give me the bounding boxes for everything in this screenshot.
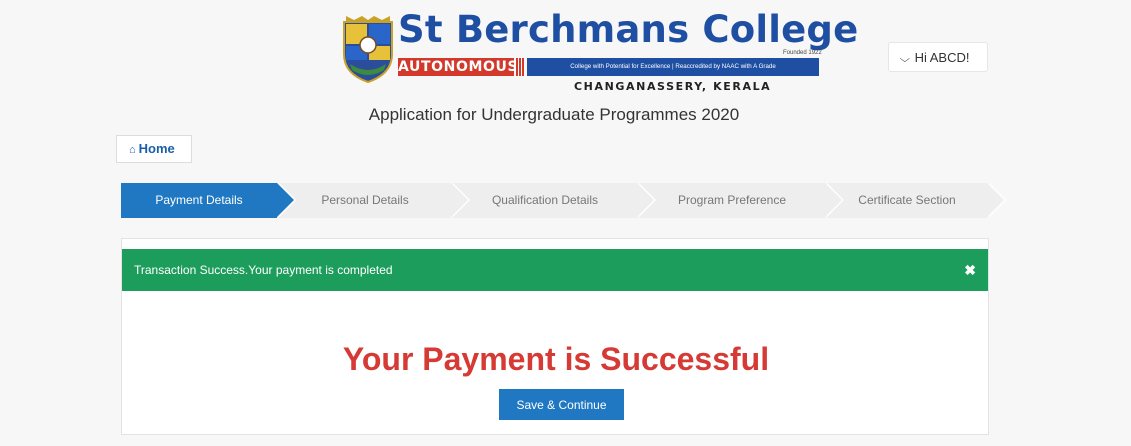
logo-divider xyxy=(516,58,524,76)
college-tagline: College with Potential for Excellence | … xyxy=(527,58,819,76)
college-name: St Berchmans College xyxy=(398,8,859,51)
step-program-preference[interactable]: Program Preference xyxy=(639,183,844,218)
success-alert: Transaction Success.Your payment is comp… xyxy=(122,249,988,291)
step-label: Personal Details xyxy=(321,193,409,207)
college-crest-icon xyxy=(343,16,393,84)
step-personal-details[interactable]: Personal Details xyxy=(279,183,470,218)
step-label: Program Preference xyxy=(677,193,787,207)
home-icon: ⌂ xyxy=(129,144,136,156)
step-label: Certificate Section xyxy=(858,193,956,207)
founded-label: Founded 1922 xyxy=(783,50,822,56)
step-payment-details[interactable]: Payment Details xyxy=(121,183,296,218)
autonomous-label: AUTONOMOUS xyxy=(398,58,519,76)
user-greeting: Hi ABCD! xyxy=(914,50,970,65)
close-icon[interactable]: ✖ xyxy=(964,249,976,291)
college-logo: St Berchmans College Founded 1922 AUTONO… xyxy=(340,8,858,93)
home-button[interactable]: ⌂ Home xyxy=(116,135,192,163)
step-certificate-section[interactable]: Certificate Section xyxy=(827,183,1006,218)
payment-success-title: Your Payment is Successful xyxy=(342,341,770,377)
progress-wizard: Payment Details Personal Details Qualifi… xyxy=(121,183,1006,218)
step-label: Qualification Details xyxy=(491,193,599,207)
user-menu-button[interactable]: ⌵ Hi ABCD! xyxy=(888,42,988,72)
page-title: Application for Undergraduate Programmes… xyxy=(368,105,740,124)
college-location: CHANGANASSERY, KERALA xyxy=(574,80,772,93)
step-qualification-details[interactable]: Qualification Details xyxy=(453,183,656,218)
chevron-down-icon: ⌵ xyxy=(899,54,911,65)
alert-message: Transaction Success.Your payment is comp… xyxy=(134,263,393,277)
payment-result-panel: Transaction Success.Your payment is comp… xyxy=(121,238,989,435)
save-continue-button[interactable]: Save & Continue xyxy=(499,389,624,420)
home-label: Home xyxy=(138,141,175,156)
step-label: Payment Details xyxy=(155,193,243,207)
